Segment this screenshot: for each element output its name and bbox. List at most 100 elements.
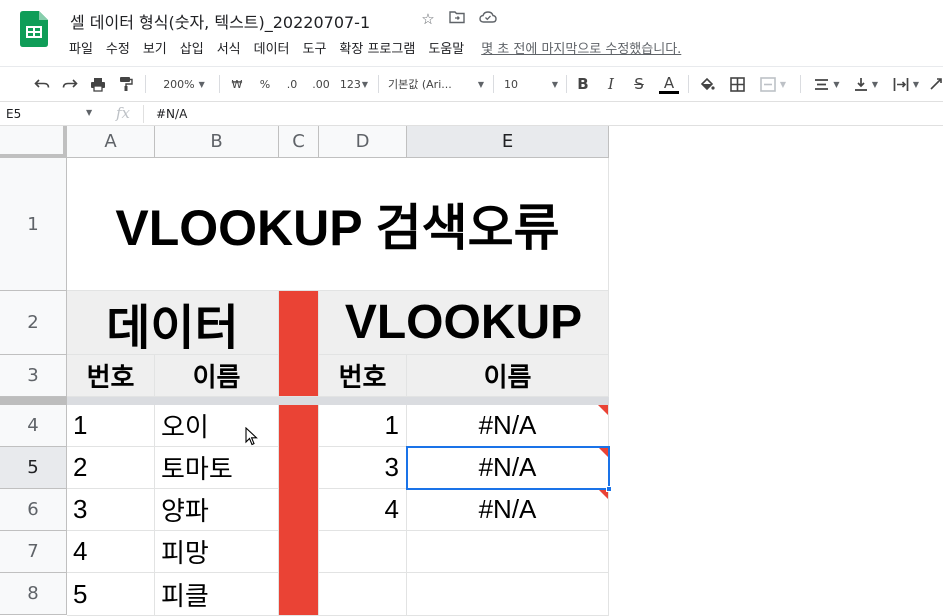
chevron-down-icon[interactable]: ▼ xyxy=(86,108,92,117)
currency-format-button[interactable]: ₩ xyxy=(228,73,246,95)
strikethrough-button[interactable]: S xyxy=(630,73,648,95)
cell-e7[interactable] xyxy=(407,531,609,573)
column-header-e[interactable]: E xyxy=(407,126,609,158)
decrease-decimal-button[interactable]: .0 xyxy=(281,73,303,95)
borders-icon[interactable] xyxy=(727,73,747,95)
text-wrapping-icon[interactable]: ▼ xyxy=(889,73,923,95)
cell-b8[interactable]: 피클 xyxy=(155,573,279,616)
chevron-down-icon: ▼ xyxy=(551,79,558,89)
row-header-8[interactable]: 8 xyxy=(0,573,67,615)
row-header-6[interactable]: 6 xyxy=(0,489,67,531)
fill-color-icon[interactable] xyxy=(697,73,717,95)
name-box[interactable]: E5 xyxy=(6,107,21,121)
paint-format-icon[interactable] xyxy=(116,73,136,95)
cell-b5[interactable]: 토마토 xyxy=(155,447,279,489)
column-header-a[interactable]: A xyxy=(67,126,155,158)
error-indicator-icon[interactable] xyxy=(598,405,608,415)
font-family-select[interactable]: 기본값 (Ari... ▼ xyxy=(388,73,484,95)
sheet-title-cell[interactable]: VLOOKUP 검색오류 xyxy=(67,158,609,291)
row-header-7[interactable]: 7 xyxy=(0,531,67,573)
cell-d6[interactable]: 4 xyxy=(319,489,407,531)
row-header-4[interactable]: 4 xyxy=(0,405,67,447)
menu-extensions[interactable]: 확장 프로그램 xyxy=(339,38,415,57)
selection-outline xyxy=(406,446,610,490)
menu-help[interactable]: 도움말 xyxy=(428,38,464,57)
cell-a7[interactable]: 4 xyxy=(67,531,155,573)
header-number-d[interactable]: 번호 xyxy=(319,355,407,397)
fill-handle[interactable] xyxy=(606,486,612,492)
menu-format[interactable]: 서식 xyxy=(217,38,241,57)
separator-column-top[interactable] xyxy=(279,291,319,397)
cloud-saved-icon[interactable] xyxy=(478,10,498,28)
formula-bar: E5 ▼ fx #N/A xyxy=(0,101,943,126)
cell-b7[interactable]: 피망 xyxy=(155,531,279,573)
menu-data[interactable]: 데이터 xyxy=(254,38,290,57)
undo-icon[interactable] xyxy=(32,73,52,95)
column-header-d[interactable]: D xyxy=(319,126,407,158)
percent-format-button[interactable]: % xyxy=(256,73,274,95)
frozen-rows-divider[interactable] xyxy=(0,397,609,405)
font-size-select[interactable]: 10 ▼ xyxy=(504,73,558,95)
cell-d5[interactable]: 3 xyxy=(319,447,407,489)
font-size-value: 10 xyxy=(504,77,518,91)
menu-insert[interactable]: 삽입 xyxy=(180,38,204,57)
cell-e4-value: #N/A xyxy=(478,410,537,440)
column-header-c[interactable]: C xyxy=(279,126,319,158)
data-header-cell[interactable]: 데이터 xyxy=(67,291,279,355)
more-formats-button[interactable]: 123 ▼ xyxy=(337,73,371,95)
select-all-corner[interactable] xyxy=(0,126,67,158)
formula-input[interactable]: #N/A xyxy=(156,107,187,121)
italic-button[interactable]: I xyxy=(602,73,620,95)
cell-e4[interactable]: #N/A xyxy=(407,405,609,447)
header-name-e[interactable]: 이름 xyxy=(407,355,609,397)
frozen-divider-handle[interactable] xyxy=(0,397,67,405)
row-header-5[interactable]: 5 xyxy=(0,447,67,489)
row-header-2[interactable]: 2 xyxy=(0,291,67,355)
row-header-1[interactable]: 1 xyxy=(0,158,67,291)
move-folder-icon[interactable] xyxy=(447,10,467,28)
last-edit-link[interactable]: 몇 초 전에 마지막으로 수정했습니다. xyxy=(481,38,681,57)
increase-decimal-button[interactable]: .00 xyxy=(308,73,334,95)
chevron-down-icon: ▼ xyxy=(477,79,484,89)
column-header-b[interactable]: B xyxy=(155,126,279,158)
menu-tools[interactable]: 도구 xyxy=(303,38,327,57)
google-sheets-logo-icon[interactable] xyxy=(20,11,48,47)
cell-e8[interactable] xyxy=(407,573,609,616)
cell-a5[interactable]: 2 xyxy=(67,447,155,489)
cell-d7[interactable] xyxy=(319,531,407,573)
menu-file[interactable]: 파일 xyxy=(69,38,93,57)
menu-edit[interactable]: 수정 xyxy=(106,38,130,57)
text-rotation-icon[interactable] xyxy=(928,73,943,95)
chevron-down-icon: ▼ xyxy=(198,79,205,89)
cell-d8[interactable] xyxy=(319,573,407,616)
cell-a4[interactable]: 1 xyxy=(67,405,155,447)
chevron-down-icon: ▼ xyxy=(871,79,879,89)
header-name-b[interactable]: 이름 xyxy=(155,355,279,397)
cell-e6-value: #N/A xyxy=(478,494,537,524)
redo-icon[interactable] xyxy=(60,73,80,95)
cell-a8[interactable]: 5 xyxy=(67,573,155,616)
star-icon[interactable]: ☆ xyxy=(418,10,438,28)
bold-button[interactable]: B xyxy=(574,73,592,95)
vlookup-header-cell[interactable]: VLOOKUP xyxy=(319,291,609,355)
cell-b6[interactable]: 양파 xyxy=(155,489,279,531)
vertical-align-icon[interactable]: ▼ xyxy=(850,73,882,95)
row-header-3[interactable]: 3 xyxy=(0,355,67,397)
horizontal-align-icon[interactable]: ▼ xyxy=(810,73,844,95)
cell-b4[interactable]: 오이 xyxy=(155,405,279,447)
separator-column-bottom[interactable] xyxy=(279,405,319,616)
text-color-button[interactable]: A xyxy=(658,73,680,95)
text-color-swatch xyxy=(659,90,679,94)
header-number-a[interactable]: 번호 xyxy=(67,355,155,397)
zoom-select[interactable]: 200% ▼ xyxy=(155,73,213,95)
cell-a6[interactable]: 3 xyxy=(67,489,155,531)
document-title[interactable]: 셀 데이터 형식(숫자, 텍스트)_20220707-1 xyxy=(70,9,370,33)
mouse-cursor-icon xyxy=(245,426,258,450)
print-icon[interactable] xyxy=(88,73,108,95)
merge-cells-icon[interactable]: ▼ xyxy=(757,73,789,95)
text-color-label: A xyxy=(663,73,675,92)
cell-e6[interactable]: #N/A xyxy=(407,489,609,531)
menu-bar: 파일 수정 보기 삽입 서식 데이터 도구 확장 프로그램 도움말 몇 초 전에… xyxy=(69,38,694,57)
menu-view[interactable]: 보기 xyxy=(143,38,167,57)
cell-d4[interactable]: 1 xyxy=(319,405,407,447)
